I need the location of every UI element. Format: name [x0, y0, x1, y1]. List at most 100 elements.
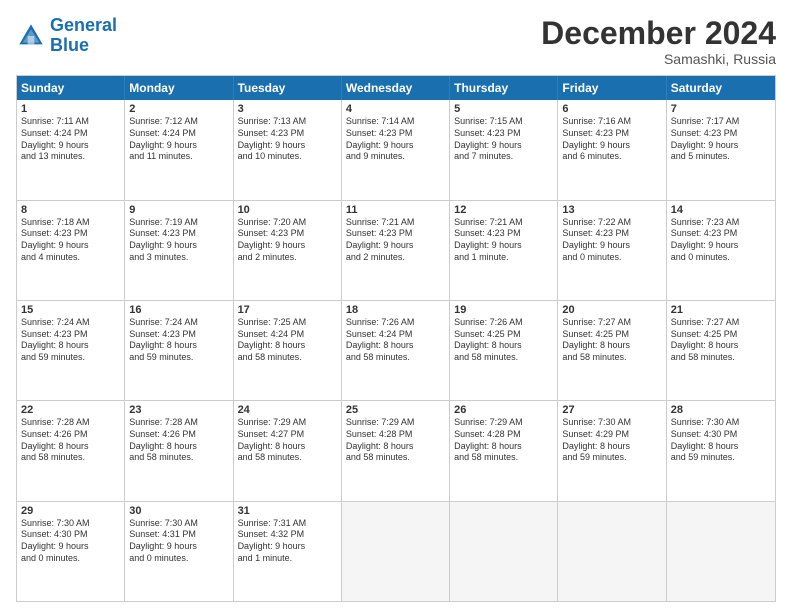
cal-cell-1-7: 7Sunrise: 7:17 AM Sunset: 4:23 PM Daylig…: [667, 100, 775, 199]
cal-cell-3-4: 18Sunrise: 7:26 AM Sunset: 4:24 PM Dayli…: [342, 301, 450, 400]
day-number: 17: [238, 304, 337, 316]
day-info: Sunrise: 7:23 AM Sunset: 4:23 PM Dayligh…: [671, 217, 771, 264]
calendar-body: 1Sunrise: 7:11 AM Sunset: 4:24 PM Daylig…: [17, 100, 775, 601]
cal-cell-3-3: 17Sunrise: 7:25 AM Sunset: 4:24 PM Dayli…: [234, 301, 342, 400]
day-info: Sunrise: 7:27 AM Sunset: 4:25 PM Dayligh…: [562, 317, 661, 364]
title-block: December 2024 Samashki, Russia: [541, 16, 776, 67]
cal-cell-5-5: [450, 502, 558, 601]
cal-cell-1-4: 4Sunrise: 7:14 AM Sunset: 4:23 PM Daylig…: [342, 100, 450, 199]
day-number: 23: [129, 404, 228, 416]
day-number: 25: [346, 404, 445, 416]
cal-cell-1-5: 5Sunrise: 7:15 AM Sunset: 4:23 PM Daylig…: [450, 100, 558, 199]
day-number: 3: [238, 103, 337, 115]
header-friday: Friday: [558, 76, 666, 100]
header-monday: Monday: [125, 76, 233, 100]
day-number: 22: [21, 404, 120, 416]
day-number: 31: [238, 505, 337, 517]
day-number: 19: [454, 304, 553, 316]
day-info: Sunrise: 7:30 AM Sunset: 4:29 PM Dayligh…: [562, 417, 661, 464]
day-info: Sunrise: 7:26 AM Sunset: 4:25 PM Dayligh…: [454, 317, 553, 364]
day-number: 26: [454, 404, 553, 416]
cal-cell-4-3: 24Sunrise: 7:29 AM Sunset: 4:27 PM Dayli…: [234, 401, 342, 500]
cal-cell-3-1: 15Sunrise: 7:24 AM Sunset: 4:23 PM Dayli…: [17, 301, 125, 400]
day-number: 9: [129, 204, 228, 216]
day-info: Sunrise: 7:28 AM Sunset: 4:26 PM Dayligh…: [129, 417, 228, 464]
cal-cell-2-1: 8Sunrise: 7:18 AM Sunset: 4:23 PM Daylig…: [17, 201, 125, 300]
day-info: Sunrise: 7:24 AM Sunset: 4:23 PM Dayligh…: [21, 317, 120, 364]
logo-line2: Blue: [50, 35, 89, 55]
day-number: 24: [238, 404, 337, 416]
day-info: Sunrise: 7:22 AM Sunset: 4:23 PM Dayligh…: [562, 217, 661, 264]
day-number: 21: [671, 304, 771, 316]
header: General Blue December 2024 Samashki, Rus…: [16, 16, 776, 67]
day-number: 1: [21, 103, 120, 115]
day-info: Sunrise: 7:21 AM Sunset: 4:23 PM Dayligh…: [454, 217, 553, 264]
cal-cell-5-2: 30Sunrise: 7:30 AM Sunset: 4:31 PM Dayli…: [125, 502, 233, 601]
cal-cell-4-7: 28Sunrise: 7:30 AM Sunset: 4:30 PM Dayli…: [667, 401, 775, 500]
day-info: Sunrise: 7:15 AM Sunset: 4:23 PM Dayligh…: [454, 116, 553, 163]
logo-text: General Blue: [50, 16, 117, 56]
cal-cell-5-3: 31Sunrise: 7:31 AM Sunset: 4:32 PM Dayli…: [234, 502, 342, 601]
day-number: 18: [346, 304, 445, 316]
cal-cell-4-6: 27Sunrise: 7:30 AM Sunset: 4:29 PM Dayli…: [558, 401, 666, 500]
day-number: 6: [562, 103, 661, 115]
day-info: Sunrise: 7:11 AM Sunset: 4:24 PM Dayligh…: [21, 116, 120, 163]
header-thursday: Thursday: [450, 76, 558, 100]
day-info: Sunrise: 7:21 AM Sunset: 4:23 PM Dayligh…: [346, 217, 445, 264]
cal-cell-4-2: 23Sunrise: 7:28 AM Sunset: 4:26 PM Dayli…: [125, 401, 233, 500]
calendar: Sunday Monday Tuesday Wednesday Thursday…: [16, 75, 776, 602]
day-number: 20: [562, 304, 661, 316]
cal-cell-3-2: 16Sunrise: 7:24 AM Sunset: 4:23 PM Dayli…: [125, 301, 233, 400]
cal-cell-2-4: 11Sunrise: 7:21 AM Sunset: 4:23 PM Dayli…: [342, 201, 450, 300]
day-number: 11: [346, 204, 445, 216]
day-number: 2: [129, 103, 228, 115]
location: Samashki, Russia: [541, 51, 776, 67]
day-info: Sunrise: 7:30 AM Sunset: 4:30 PM Dayligh…: [671, 417, 771, 464]
cal-cell-2-2: 9Sunrise: 7:19 AM Sunset: 4:23 PM Daylig…: [125, 201, 233, 300]
cal-cell-3-7: 21Sunrise: 7:27 AM Sunset: 4:25 PM Dayli…: [667, 301, 775, 400]
day-info: Sunrise: 7:29 AM Sunset: 4:27 PM Dayligh…: [238, 417, 337, 464]
cal-cell-2-6: 13Sunrise: 7:22 AM Sunset: 4:23 PM Dayli…: [558, 201, 666, 300]
header-saturday: Saturday: [667, 76, 775, 100]
cal-cell-5-4: [342, 502, 450, 601]
day-number: 5: [454, 103, 553, 115]
day-number: 8: [21, 204, 120, 216]
day-info: Sunrise: 7:30 AM Sunset: 4:31 PM Dayligh…: [129, 518, 228, 565]
cal-cell-4-1: 22Sunrise: 7:28 AM Sunset: 4:26 PM Dayli…: [17, 401, 125, 500]
cal-cell-4-4: 25Sunrise: 7:29 AM Sunset: 4:28 PM Dayli…: [342, 401, 450, 500]
day-info: Sunrise: 7:31 AM Sunset: 4:32 PM Dayligh…: [238, 518, 337, 565]
day-number: 15: [21, 304, 120, 316]
page: General Blue December 2024 Samashki, Rus…: [0, 0, 792, 612]
cal-cell-2-3: 10Sunrise: 7:20 AM Sunset: 4:23 PM Dayli…: [234, 201, 342, 300]
day-number: 12: [454, 204, 553, 216]
header-tuesday: Tuesday: [234, 76, 342, 100]
cal-cell-5-7: [667, 502, 775, 601]
logo-line1: General: [50, 15, 117, 35]
logo: General Blue: [16, 16, 117, 56]
day-number: 7: [671, 103, 771, 115]
header-sunday: Sunday: [17, 76, 125, 100]
day-info: Sunrise: 7:25 AM Sunset: 4:24 PM Dayligh…: [238, 317, 337, 364]
day-info: Sunrise: 7:30 AM Sunset: 4:30 PM Dayligh…: [21, 518, 120, 565]
cal-cell-5-1: 29Sunrise: 7:30 AM Sunset: 4:30 PM Dayli…: [17, 502, 125, 601]
day-info: Sunrise: 7:16 AM Sunset: 4:23 PM Dayligh…: [562, 116, 661, 163]
day-info: Sunrise: 7:19 AM Sunset: 4:23 PM Dayligh…: [129, 217, 228, 264]
cal-cell-1-3: 3Sunrise: 7:13 AM Sunset: 4:23 PM Daylig…: [234, 100, 342, 199]
day-number: 30: [129, 505, 228, 517]
month-title: December 2024: [541, 16, 776, 51]
calendar-week-3: 15Sunrise: 7:24 AM Sunset: 4:23 PM Dayli…: [17, 301, 775, 401]
day-info: Sunrise: 7:12 AM Sunset: 4:24 PM Dayligh…: [129, 116, 228, 163]
day-number: 16: [129, 304, 228, 316]
day-number: 29: [21, 505, 120, 517]
day-number: 27: [562, 404, 661, 416]
day-info: Sunrise: 7:20 AM Sunset: 4:23 PM Dayligh…: [238, 217, 337, 264]
day-info: Sunrise: 7:27 AM Sunset: 4:25 PM Dayligh…: [671, 317, 771, 364]
day-info: Sunrise: 7:29 AM Sunset: 4:28 PM Dayligh…: [346, 417, 445, 464]
day-info: Sunrise: 7:14 AM Sunset: 4:23 PM Dayligh…: [346, 116, 445, 163]
day-number: 13: [562, 204, 661, 216]
calendar-week-1: 1Sunrise: 7:11 AM Sunset: 4:24 PM Daylig…: [17, 100, 775, 200]
day-number: 10: [238, 204, 337, 216]
day-info: Sunrise: 7:26 AM Sunset: 4:24 PM Dayligh…: [346, 317, 445, 364]
header-wednesday: Wednesday: [342, 76, 450, 100]
logo-icon: [16, 21, 46, 51]
